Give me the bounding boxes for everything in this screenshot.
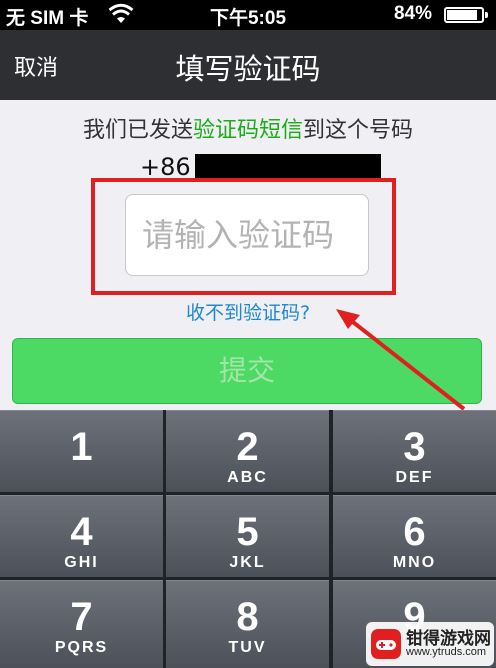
site-watermark: 钳得游戏网 www.ytruds.com — [366, 622, 494, 666]
gamepad-logo-icon — [371, 629, 401, 659]
watermark-url: www.ytruds.com — [406, 646, 487, 658]
annotation-arrow — [336, 309, 466, 411]
annotation-highlight-box — [91, 178, 396, 295]
battery-percent: 84% — [393, 3, 432, 24]
redaction-bar — [194, 154, 381, 180]
battery-icon — [444, 7, 488, 23]
key-3[interactable]: 3 DEF — [333, 410, 496, 492]
phone-number: +86 — [140, 152, 381, 181]
key-6[interactable]: 6 MNO — [333, 495, 496, 577]
key-2[interactable]: 2 ABC — [166, 410, 329, 492]
instruction-suffix: 到这个号码 — [303, 118, 414, 143]
key-4[interactable]: 4 GHI — [0, 495, 163, 577]
key-5[interactable]: 5 JKL — [166, 495, 329, 577]
instruction-text: 我们已发送验证码短信到这个号码 — [0, 112, 496, 144]
page-title: 填写验证码 — [175, 52, 321, 86]
instruction-prefix: 我们已发送 — [82, 118, 193, 143]
instruction-highlight: 验证码短信 — [192, 118, 303, 143]
key-8[interactable]: 8 TUV — [166, 580, 329, 668]
country-code: +86 — [140, 153, 191, 181]
status-bar: 无 SIM 卡 下午5:05 84% — [0, 0, 496, 30]
key-7[interactable]: 7 PQRS — [0, 580, 163, 668]
key-1[interactable]: 1 — [0, 410, 163, 492]
nav-bar: 取消 填写验证码 — [0, 30, 496, 100]
